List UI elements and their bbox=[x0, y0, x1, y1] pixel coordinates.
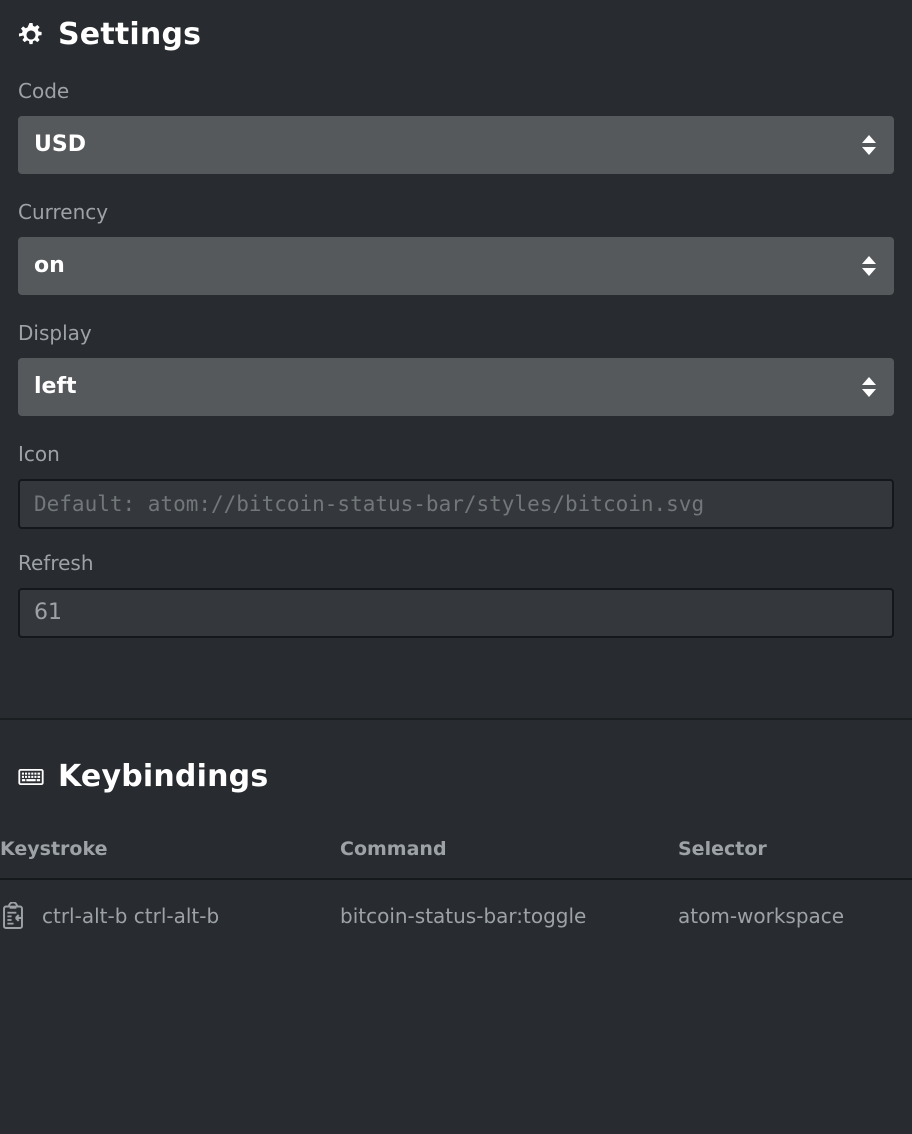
column-header-keystroke: Keystroke bbox=[0, 838, 340, 880]
refresh-input-value: 61 bbox=[34, 600, 62, 625]
icon-input[interactable]: Default: atom://bitcoin-status-bar/style… bbox=[18, 479, 894, 529]
refresh-input[interactable]: 61 bbox=[18, 588, 894, 638]
settings-section: Settings Code USD Currency on Display le… bbox=[0, 0, 912, 638]
cell-keystroke: ctrl-alt-b ctrl-alt-b bbox=[0, 879, 340, 930]
setting-refresh: Refresh 61 bbox=[0, 553, 912, 638]
setting-icon-label: Icon bbox=[18, 442, 60, 466]
gear-icon bbox=[18, 22, 44, 48]
chevron-updown-icon bbox=[862, 377, 876, 397]
setting-code-label: Code bbox=[18, 79, 70, 103]
setting-currency: Currency on bbox=[0, 202, 912, 295]
currency-select[interactable]: on bbox=[18, 237, 894, 295]
settings-heading: Settings bbox=[0, 20, 912, 50]
chevron-updown-icon bbox=[862, 135, 876, 155]
keystroke-text: ctrl-alt-b ctrl-alt-b bbox=[42, 904, 220, 928]
setting-display: Display left bbox=[0, 323, 912, 416]
setting-display-label: Display bbox=[18, 321, 92, 345]
setting-currency-label: Currency bbox=[18, 200, 109, 224]
display-select[interactable]: left bbox=[18, 358, 894, 416]
table-row[interactable]: ctrl-alt-b ctrl-alt-b bitcoin-status-bar… bbox=[0, 879, 912, 930]
table-header-row: Keystroke Command Selector bbox=[0, 838, 912, 880]
display-select-value: left bbox=[34, 374, 77, 399]
cell-command: bitcoin-status-bar:toggle bbox=[340, 904, 587, 928]
setting-icon: Icon Default: atom://bitcoin-status-bar/… bbox=[0, 444, 912, 529]
keybindings-section: Keybindings Keystroke Command Selector c… bbox=[0, 720, 912, 930]
setting-code: Code USD bbox=[0, 81, 912, 174]
code-select-value: USD bbox=[34, 132, 86, 157]
code-select[interactable]: USD bbox=[18, 116, 894, 174]
chevron-updown-icon bbox=[862, 256, 876, 276]
setting-refresh-label: Refresh bbox=[18, 551, 94, 575]
currency-select-value: on bbox=[34, 253, 65, 278]
keybindings-table: Keystroke Command Selector ctrl-alt-b ct… bbox=[0, 838, 912, 930]
keybindings-title: Keybindings bbox=[58, 759, 269, 794]
settings-title: Settings bbox=[58, 17, 202, 52]
settings-panel: Settings Code USD Currency on Display le… bbox=[0, 0, 912, 1134]
column-header-command: Command bbox=[340, 838, 678, 880]
cell-selector: atom-workspace bbox=[678, 904, 845, 928]
icon-input-placeholder: Default: atom://bitcoin-status-bar/style… bbox=[34, 491, 705, 516]
column-header-selector: Selector bbox=[678, 838, 912, 880]
keybindings-heading: Keybindings bbox=[0, 762, 912, 792]
clipboard-copy-icon[interactable] bbox=[0, 902, 26, 930]
keyboard-icon bbox=[18, 764, 44, 790]
